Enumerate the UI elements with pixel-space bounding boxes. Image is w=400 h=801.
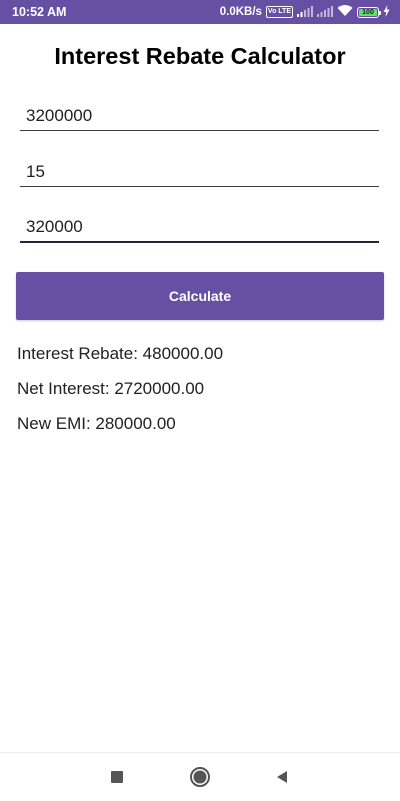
navigation-bar xyxy=(0,752,400,801)
signal-icon xyxy=(297,5,313,20)
calculate-button[interactable]: Calculate xyxy=(16,272,384,320)
new-emi-result: New EMI: 280000.00 xyxy=(17,414,176,433)
volte-badge: Vo LTE xyxy=(265,6,293,18)
network-speed: 0.0KB/s xyxy=(219,6,262,18)
triangle-back-icon[interactable] xyxy=(270,765,294,789)
net-interest-result: Net Interest: 2720000.00 xyxy=(17,379,205,398)
interest-rebate-result: Interest Rebate: 480000.00 xyxy=(17,344,224,363)
tenure-input[interactable] xyxy=(20,157,379,187)
status-bar: 10:52 AM 0.0KB/s Vo LTE 100 xyxy=(0,0,400,24)
signal-icon-secondary xyxy=(317,5,333,20)
principal-amount-input[interactable] xyxy=(20,101,379,131)
rebate-amount-input[interactable] xyxy=(20,213,379,243)
circle-home-icon[interactable] xyxy=(188,765,212,789)
battery-level: 100 xyxy=(362,8,374,16)
status-time: 10:52 AM xyxy=(12,5,67,19)
wifi-icon xyxy=(337,4,353,20)
status-icons: 0.0KB/s Vo LTE 100 xyxy=(220,4,390,20)
page-title: Interest Rebate Calculator xyxy=(54,43,346,69)
square-recents-icon[interactable] xyxy=(105,765,129,789)
battery-icon: 100 xyxy=(357,6,381,18)
charging-icon xyxy=(383,4,390,20)
